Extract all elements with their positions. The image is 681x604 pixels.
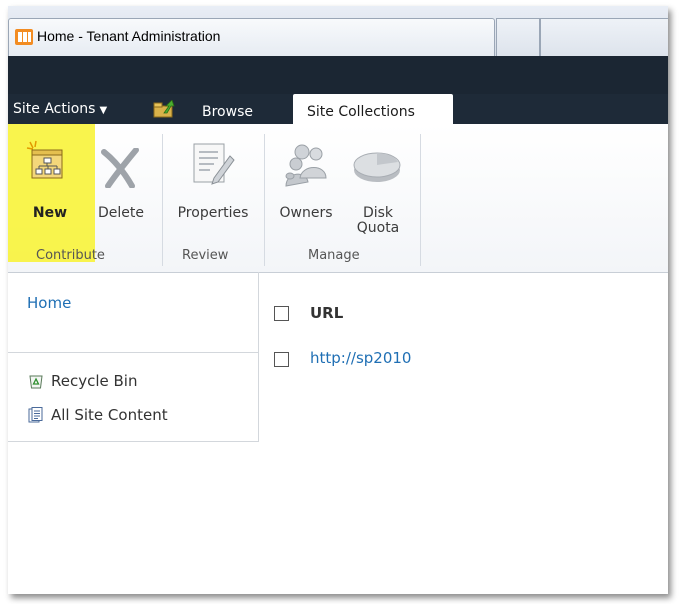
owners-button[interactable]: Owners [270,140,342,224]
nav-divider [8,441,258,442]
owners-icon [285,144,327,187]
navigate-up-icon[interactable] [153,100,175,118]
group-label-contribute: Contribute [36,248,105,263]
properties-label: Properties [177,205,249,221]
group-separator [162,134,163,266]
group-separator [420,134,421,266]
properties-icon [193,143,235,185]
group-separator [264,134,265,266]
disk-quota-button[interactable]: Disk Quota [342,140,414,238]
select-all-checkbox[interactable] [274,306,289,321]
properties-button[interactable]: Properties [168,140,258,224]
nav-recycle-bin[interactable]: Recycle Bin [28,372,137,390]
tab-site-collections[interactable]: Site Collections [293,94,453,124]
site-collections-list: URL http://sp2010 [258,272,668,592]
ribbon-top-bar [8,56,668,94]
disk-quota-label-line2: Quota [356,220,400,236]
site-collection-url-link[interactable]: http://sp2010 [310,349,411,367]
all-site-content-icon [28,407,43,423]
group-label-review: Review [182,248,229,263]
site-actions-menu[interactable]: Site Actions ▼ [13,101,107,117]
nav-divider [8,352,258,353]
screenshot-frame: Home - Tenant Administration Site Action… [8,6,668,594]
group-label-manage: Manage [308,248,360,263]
column-header-url[interactable]: URL [310,304,343,322]
owners-label: Owners [279,205,333,221]
ribbon: New Delete Properties Owners Disk Quota … [8,124,668,273]
new-site-collection-icon [26,140,63,179]
ribbon-header: Site Actions ▼ Browse Site Collections [8,56,668,124]
row-checkbox[interactable] [274,352,289,367]
left-navigation: Home Recycle Bin All Site Content [8,272,259,442]
tab-site-collections-label: Site Collections [307,104,415,120]
browser-tab[interactable]: Home - Tenant Administration [8,18,495,57]
dropdown-arrow-icon: ▼ [99,105,108,116]
browser-tab-blank[interactable] [496,18,540,57]
disk-quota-icon [353,152,401,182]
recycle-bin-icon [29,375,43,389]
sharepoint-icon [15,29,33,45]
site-actions-label: Site Actions [13,101,96,117]
browser-tab-title: Home - Tenant Administration [37,28,221,44]
recycle-bin-label: Recycle Bin [51,372,138,390]
browser-tab-blank[interactable] [540,18,668,57]
all-site-content-label: All Site Content [51,406,168,424]
tab-browse[interactable]: Browse [202,104,253,120]
new-label: New [32,205,68,221]
delete-label: Delete [98,205,144,221]
delete-icon [101,148,139,188]
disk-quota-label-line1: Disk [362,205,394,221]
browser-tab-strip: Home - Tenant Administration [8,6,668,57]
new-button[interactable]: New [18,140,82,224]
nav-all-site-content[interactable]: All Site Content [28,406,168,424]
delete-button[interactable]: Delete [86,140,156,224]
nav-home-link[interactable]: Home [27,294,71,312]
